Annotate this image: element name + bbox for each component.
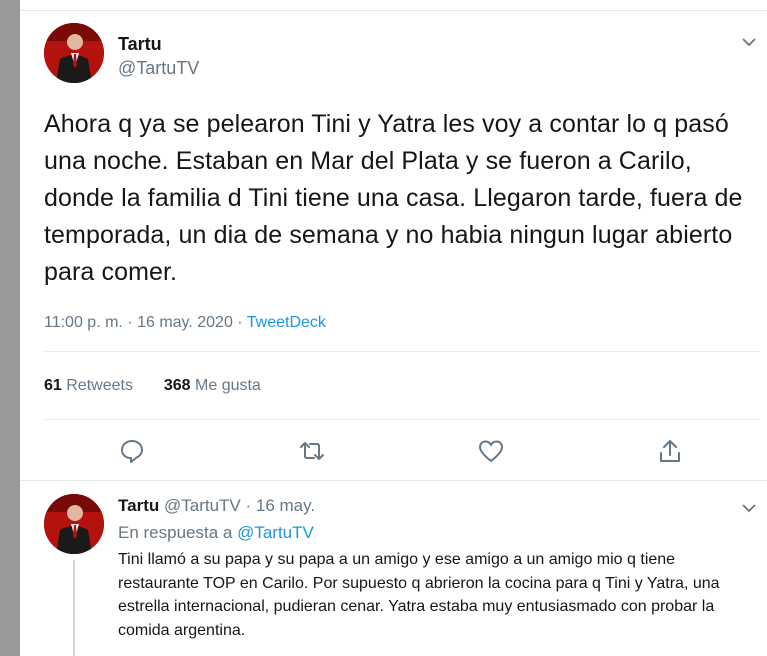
divider xyxy=(44,419,760,420)
reply-author-avatar[interactable] xyxy=(44,494,104,554)
retweet-button[interactable] xyxy=(298,437,326,465)
like-button[interactable] xyxy=(477,437,505,465)
likes-label: Me gusta xyxy=(195,377,261,394)
likes-stat[interactable]: 368 Me gusta xyxy=(164,377,261,394)
reply-author-handle-date[interactable]: @TartuTV · 16 may. xyxy=(164,496,315,515)
chevron-down-icon[interactable] xyxy=(740,499,758,517)
heart-icon xyxy=(479,440,503,462)
in-reply-handle-link[interactable]: @TartuTV xyxy=(237,523,314,542)
retweet-icon xyxy=(300,442,324,460)
tweet-meta: 11:00 p. m. · 16 may. 2020 · TweetDeck xyxy=(44,314,326,332)
reply-icon xyxy=(121,440,143,463)
tweet-text: Ahora q ya se pelearon Tini y Yatra les … xyxy=(44,110,743,286)
reply-header: Tartu @TartuTV · 16 may. xyxy=(118,496,315,516)
share-button[interactable] xyxy=(656,437,684,465)
reply-text: Tini llamó a su papa y su papa a un amig… xyxy=(118,551,720,639)
reply-author-name[interactable]: Tartu xyxy=(118,496,159,515)
divider xyxy=(44,351,760,352)
top-divider xyxy=(20,10,767,11)
author-handle[interactable]: @TartuTV xyxy=(118,58,199,79)
tweet-source-link[interactable]: TweetDeck xyxy=(247,314,326,331)
share-icon xyxy=(660,440,680,462)
left-edge-bar xyxy=(0,0,20,656)
in-reply-to: En respuesta a @TartuTV xyxy=(118,523,314,543)
author-name[interactable]: Tartu xyxy=(118,34,162,55)
likes-count: 368 xyxy=(163,377,191,394)
reply-button[interactable] xyxy=(118,437,146,465)
author-avatar[interactable] xyxy=(44,23,104,83)
retweets-stat[interactable]: 61 Retweets xyxy=(44,377,133,394)
tweet-separator xyxy=(20,480,767,481)
retweets-label: Retweets xyxy=(66,377,133,394)
tweet-stats: 61 Retweets 368 Me gusta xyxy=(44,377,261,395)
retweets-count: 61 xyxy=(44,377,62,394)
thread-line xyxy=(73,560,75,656)
chevron-down-icon[interactable] xyxy=(740,33,758,51)
tweet-timestamp[interactable]: 11:00 p. m. · 16 may. 2020 · xyxy=(44,314,247,331)
in-reply-prefix: En respuesta a xyxy=(118,523,238,542)
